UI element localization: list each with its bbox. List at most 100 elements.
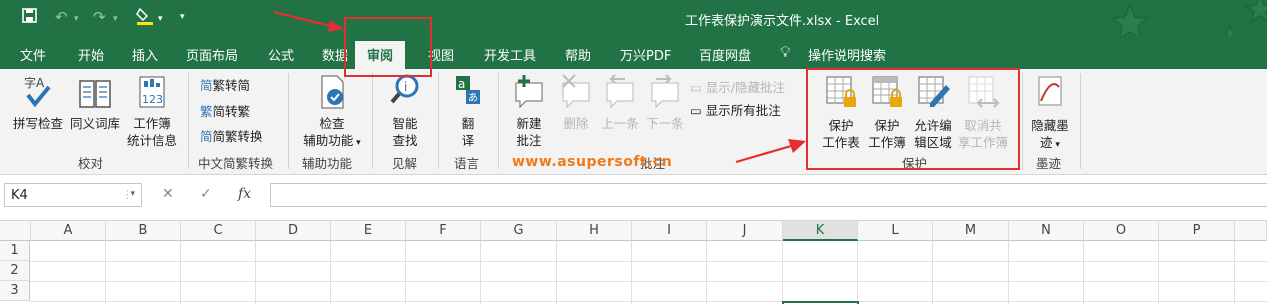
group-ink-label: 墨迹 — [1036, 156, 1062, 171]
redo-dropdown-icon[interactable]: ▾ — [113, 14, 118, 24]
fill-color-dropdown-icon[interactable]: ▾ — [158, 14, 163, 24]
column-header[interactable]: F — [406, 221, 481, 241]
worksheet-grid: A B C D E F G H I J K L M N O P 1 2 3 — [0, 221, 1267, 304]
spelling-button[interactable]: 字A 拼写检查 — [10, 73, 66, 132]
row-header[interactable]: 3 — [0, 281, 30, 301]
tab-file[interactable]: 文件 — [20, 45, 46, 64]
watermark-text: www.asupersoft.cn — [512, 154, 673, 170]
hide-ink-button[interactable]: 隐藏墨 迹 ▾ — [1026, 73, 1074, 154]
tab-developer[interactable]: 开发工具 — [484, 45, 536, 64]
undo-icon[interactable]: ↶ — [55, 8, 68, 26]
show-all-comments-icon: ▭ — [690, 103, 706, 118]
lightbulb-icon: 💡︎ — [780, 43, 791, 61]
spelling-check-icon: 字A — [24, 75, 51, 108]
thesaurus-icon — [79, 80, 111, 108]
tab-page-layout[interactable]: 页面布局 — [186, 45, 238, 64]
group-insights-label: 见解 — [392, 156, 418, 171]
row-gridline — [30, 261, 1267, 262]
arrow-to-protect-group-icon — [735, 139, 806, 164]
formula-input[interactable] — [270, 183, 1267, 207]
thesaurus-button[interactable]: 同义词库 — [66, 73, 124, 132]
smart-lookup-button[interactable]: i 智能 查找 — [378, 73, 432, 149]
save-icon[interactable] — [22, 8, 37, 27]
column-header-selected[interactable]: K — [783, 221, 858, 241]
column-gridline — [180, 241, 181, 304]
column-gridline — [932, 241, 933, 304]
column-header[interactable]: M — [933, 221, 1009, 241]
chinese-conversion-button[interactable]: 简简繁转换 — [200, 126, 263, 145]
hide-ink-icon — [1038, 76, 1062, 106]
column-header[interactable]: G — [481, 221, 557, 241]
redo-icon[interactable]: ↷ — [93, 8, 106, 26]
svg-text:字A: 字A — [24, 75, 45, 90]
group-separator — [188, 73, 189, 169]
column-header[interactable]: E — [331, 221, 406, 241]
previous-comment-icon — [606, 74, 634, 109]
column-gridline — [255, 241, 256, 304]
select-all-corner[interactable] — [0, 221, 31, 241]
tab-help[interactable]: 帮助 — [565, 45, 591, 64]
simplified-to-traditional-button[interactable]: 繁简转繁 — [200, 101, 250, 120]
cancel-icon[interactable]: ✕ — [162, 186, 174, 202]
column-header[interactable]: B — [106, 221, 181, 241]
previous-comment-button[interactable]: 上一条 — [598, 73, 642, 132]
review-tab-highlight — [344, 17, 432, 77]
traditional-char-icon: 简 — [200, 78, 213, 93]
column-gridline — [556, 241, 557, 304]
column-header[interactable]: N — [1009, 221, 1084, 241]
column-header[interactable]: D — [256, 221, 331, 241]
check-accessibility-button[interactable]: 检查 辅助功能 ▾ — [296, 73, 368, 152]
tab-baidu-netdisk[interactable]: 百度网盘 — [699, 45, 751, 64]
accessibility-check-icon — [321, 75, 344, 109]
column-header[interactable]: J — [707, 221, 783, 241]
arrow-to-review-tab-icon — [273, 10, 344, 32]
tab-wondershare-pdf[interactable]: 万兴PDF — [620, 45, 671, 64]
delete-comment-button[interactable]: 删除 — [556, 73, 596, 132]
column-header[interactable]: C — [181, 221, 256, 241]
tell-me-search[interactable]: 操作说明搜索 — [808, 45, 886, 64]
column-gridline — [480, 241, 481, 304]
column-header[interactable]: L — [858, 221, 933, 241]
show-hide-comment-button[interactable]: ▭ 显示/隐藏批注 — [690, 77, 785, 96]
row-gridline — [30, 301, 1267, 302]
row-header[interactable]: 1 — [0, 241, 30, 261]
column-header[interactable]: H — [557, 221, 632, 241]
formula-bar-handle-icon[interactable]: ⋮ — [122, 188, 133, 201]
translate-button[interactable]: aあ 翻 译 — [446, 73, 490, 149]
column-gridline — [1234, 241, 1235, 304]
workbook-statistics-button[interactable]: 123 工作簿 统计信息 — [124, 73, 180, 149]
window-title: 工作表保护演示文件.xlsx - Excel — [685, 14, 880, 29]
group-separator — [498, 73, 499, 169]
traditional-to-simplified-button[interactable]: 简繁转简 — [200, 75, 250, 94]
column-gridline — [1083, 241, 1084, 304]
column-header[interactable]: I — [632, 221, 707, 241]
insert-function-icon[interactable]: fx — [238, 186, 251, 202]
formula-bar: K4 ▾ ⋮ ✕ ✓ fx — [0, 175, 1267, 221]
translate-icon: aあ — [456, 76, 480, 104]
column-header[interactable]: P — [1159, 221, 1235, 241]
protect-group-highlight — [806, 68, 1020, 170]
tab-insert[interactable]: 插入 — [132, 45, 158, 64]
tab-formulas[interactable]: 公式 — [268, 45, 294, 64]
svg-text:i: i — [404, 80, 407, 94]
row-header[interactable]: 2 — [0, 261, 30, 281]
show-all-comments-button[interactable]: ▭ 显示所有批注 — [690, 100, 781, 119]
customize-qat-icon[interactable]: ▾ — [180, 12, 185, 22]
column-gridline — [1008, 241, 1009, 304]
group-separator — [288, 73, 289, 169]
column-gridline — [631, 241, 632, 304]
fill-color-icon[interactable] — [136, 6, 154, 30]
enter-icon[interactable]: ✓ — [200, 186, 212, 202]
group-separator — [1080, 73, 1081, 169]
group-chinese-label: 中文简繁转换 — [198, 156, 274, 171]
undo-dropdown-icon[interactable]: ▾ — [74, 14, 79, 24]
new-comment-icon — [515, 75, 543, 109]
smart-lookup-icon: i — [390, 74, 419, 104]
column-gridline — [782, 241, 783, 304]
next-comment-button[interactable]: 下一条 — [643, 73, 687, 132]
column-header[interactable]: A — [31, 221, 106, 241]
new-comment-button[interactable]: 新建 批注 — [506, 73, 552, 149]
column-gridline — [330, 241, 331, 304]
column-header[interactable]: O — [1084, 221, 1159, 241]
tab-home[interactable]: 开始 — [78, 45, 104, 64]
